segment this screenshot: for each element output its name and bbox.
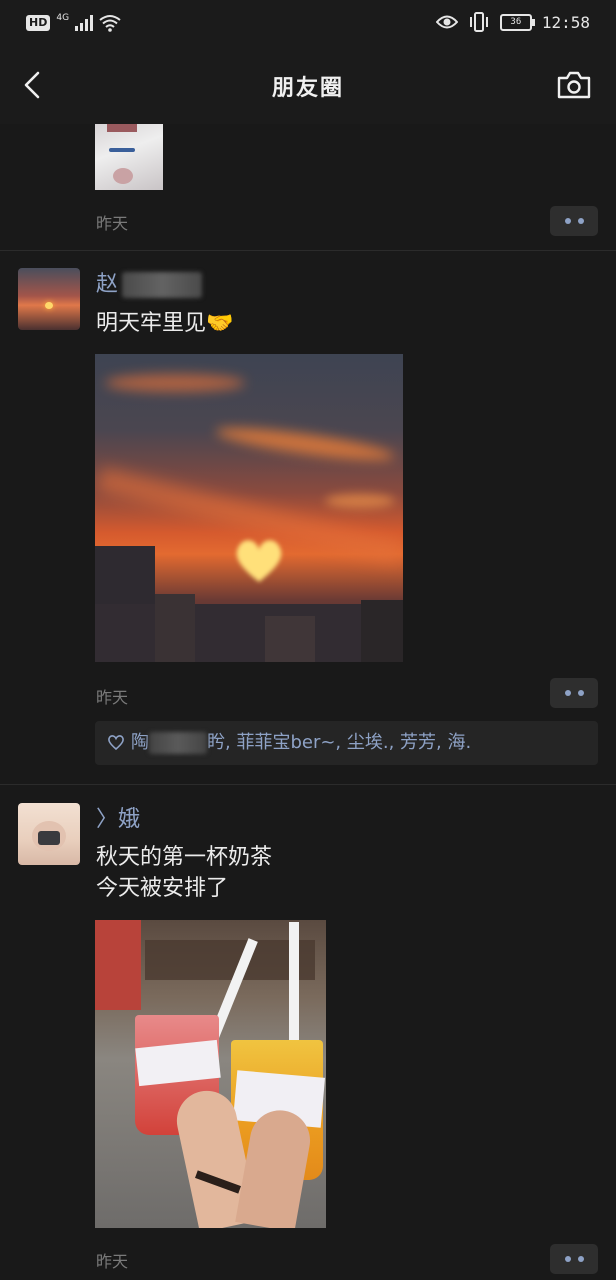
user-name[interactable]: 赵: [96, 270, 203, 300]
more-actions-button[interactable]: [550, 1244, 598, 1274]
dot-icon: [564, 690, 571, 696]
user-name[interactable]: 〉娥: [96, 805, 140, 835]
page-title: 朋友圈: [271, 76, 344, 101]
dot-icon: [577, 218, 584, 224]
avatar[interactable]: [18, 268, 80, 330]
status-right: 36 12:58: [435, 12, 590, 32]
signal-icon: [75, 15, 94, 31]
post-divider: [0, 784, 616, 785]
post-time: 昨天: [96, 214, 129, 233]
avatar[interactable]: [18, 803, 80, 865]
heart-icon: [108, 735, 124, 750]
clock: 12:58: [541, 12, 590, 32]
dot-icon: [577, 1256, 584, 1262]
user-name-text: 赵: [96, 272, 119, 297]
nav-bar: 朋友圈: [0, 48, 616, 124]
more-actions-button[interactable]: [550, 206, 598, 236]
camera-icon[interactable]: [556, 70, 592, 100]
blurred-liker-name: [149, 732, 207, 754]
status-bar: HD 4G 36 12:58: [0, 0, 616, 48]
post-text: 明天牢里见🤝: [96, 311, 234, 336]
network-type: 4G: [56, 13, 70, 23]
liker-rest[interactable]: 盻, 菲菲宝ber~, 尘埃., 芳芳, 海.: [207, 732, 471, 753]
blurred-name: [122, 272, 203, 298]
post-text-line-2: 今天被安排了: [96, 876, 229, 901]
liker-first[interactable]: 陶: [131, 732, 149, 753]
hd-badge: HD: [26, 15, 51, 31]
post-time: 昨天: [96, 688, 129, 707]
post-image-0[interactable]: [95, 124, 163, 190]
post-divider: [0, 250, 616, 251]
dot-icon: [564, 1256, 571, 1262]
post-image-sunset[interactable]: [95, 354, 403, 662]
more-actions-button[interactable]: [550, 678, 598, 708]
wifi-icon: [99, 15, 121, 32]
dot-icon: [564, 218, 571, 224]
dot-icon: [577, 690, 584, 696]
post-time: 昨天: [96, 1252, 129, 1271]
vibrate-icon: [469, 12, 488, 32]
battery-icon: 36: [499, 13, 535, 31]
post-image-milk-tea[interactable]: [95, 920, 326, 1228]
eye-icon: [435, 15, 458, 29]
status-left: HD 4G: [26, 13, 121, 32]
post-text-line-1: 秋天的第一杯奶茶: [96, 845, 273, 870]
likes-bar[interactable]: 陶 盻, 菲菲宝ber~, 尘埃., 芳芳, 海.: [95, 721, 598, 765]
heart-sun-image: [236, 540, 282, 582]
